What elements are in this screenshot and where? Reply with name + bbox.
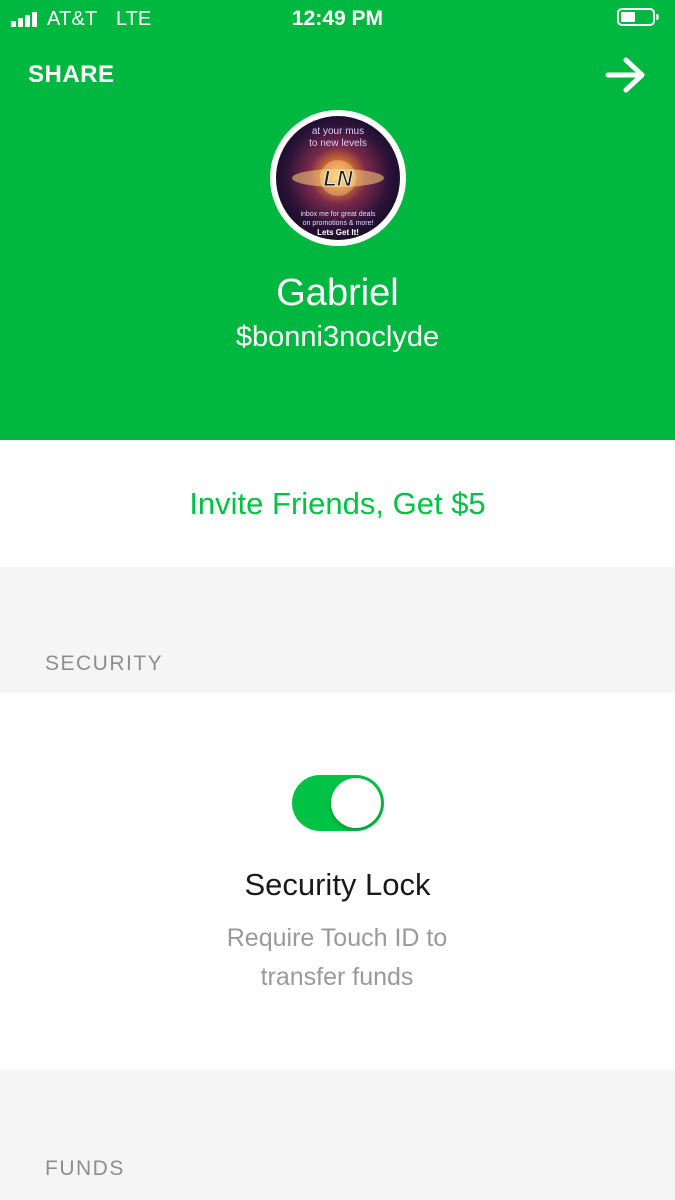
security-lock-toggle[interactable] [292,775,384,831]
security-lock-description-line1: Require Touch ID to [226,924,448,952]
security-lock-description: Require Touch ID to transfer funds [187,919,487,997]
profile-cashtag: $bonni3noclyde [235,321,440,353]
security-lock-title: Security Lock [244,867,431,902]
invite-row: Invite Friends, Get $5 [0,440,675,567]
avatar-text-bottom3: Lets Get It! [317,228,359,237]
status-bar: AT&T LTE 12:49 PM [0,0,675,38]
status-time: 12:49 PM [291,7,384,30]
security-lock-card: Security Lock Require Touch ID to transf… [0,693,675,1070]
profile-screen: AT&T LTE 12:49 PM SHARE at your mus to n… [0,0,675,1200]
battery-icon [617,8,659,26]
avatar-text-bottom1: inbox me for great deals [300,211,376,218]
arrow-right-icon[interactable] [604,55,648,95]
profile-name: Gabriel [276,272,399,314]
funds-section-header: FUNDS [45,1157,125,1180]
toggle-knob [331,778,381,828]
avatar[interactable]: at your mus to new levels LN inbox me fo… [270,110,406,246]
profile-header: AT&T LTE 12:49 PM SHARE at your mus to n… [0,0,675,440]
avatar-text-top2: to new levels [309,138,367,149]
security-lock-description-line2: transfer funds [260,963,414,991]
security-section-header: SECURITY [45,652,164,675]
avatar-logo: LN [323,166,353,191]
invite-friends-button[interactable]: Invite Friends, Get $5 [0,486,675,522]
share-button[interactable]: SHARE [28,61,115,89]
avatar-text-bottom2: on promotions & more! [303,220,374,227]
avatar-image: at your mus to new levels LN inbox me fo… [276,116,400,240]
avatar-text-top: at your mus [312,126,364,137]
